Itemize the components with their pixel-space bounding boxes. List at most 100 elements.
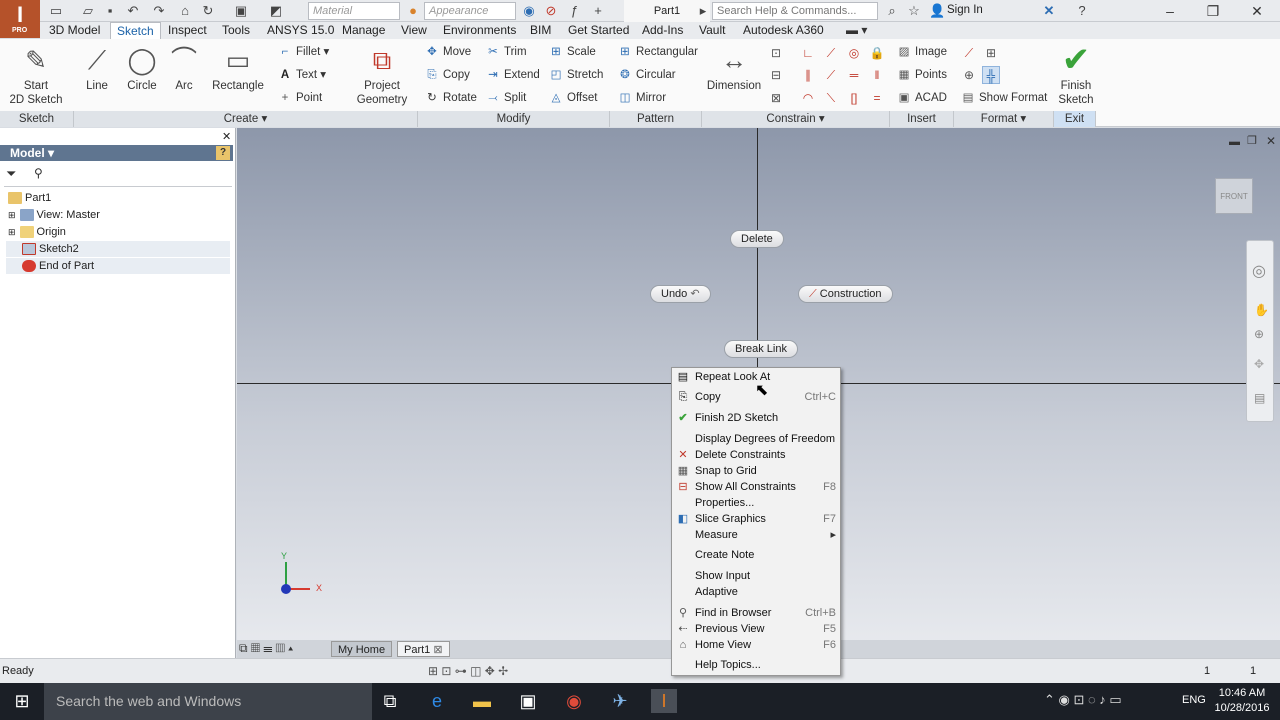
stretch-button[interactable]: ◰ Stretch: [548, 66, 604, 84]
fix-icon[interactable]: 🔒: [868, 44, 886, 62]
menu-item-measure[interactable]: Measure ▸: [672, 527, 840, 543]
finish-sketch-button[interactable]: ✔ Finish Sketch: [1054, 43, 1098, 107]
task-view-icon[interactable]: ⧉: [377, 689, 403, 713]
viewcube[interactable]: FRONT: [1215, 178, 1253, 214]
group-format[interactable]: Format ▾: [954, 111, 1054, 127]
viewport-close-icon[interactable]: ✕: [1266, 134, 1276, 148]
auto-dimension-icon[interactable]: ⊡: [767, 44, 785, 62]
project-geometry-button[interactable]: ⧉ Project Geometry: [352, 43, 412, 107]
taskbar-search-input[interactable]: Search the web and Windows: [44, 683, 372, 720]
tab-tools[interactable]: Tools: [216, 22, 256, 39]
tree-item-origin[interactable]: ⊞ Origin: [8, 224, 66, 240]
app-menu-button[interactable]: I PRO: [0, 0, 40, 38]
offset-button[interactable]: ◬ Offset: [548, 89, 598, 107]
sign-in-link[interactable]: Sign In: [947, 4, 983, 16]
help-search-input[interactable]: Search Help & Commands...: [712, 2, 878, 20]
tab-inspect[interactable]: Inspect: [162, 22, 213, 39]
pattern-rectangular-button[interactable]: ⊞ Rectangular: [617, 43, 698, 61]
parallel-icon[interactable]: ∥: [799, 66, 817, 84]
coincident-icon[interactable]: ⟋: [822, 44, 840, 62]
tile-views-icon[interactable]: ⧉ ▦ ☰ ▥ ▴: [239, 641, 293, 656]
construction-icon[interactable]: ⟋: [960, 44, 978, 62]
material-dropdown[interactable]: Material: [308, 2, 400, 20]
menu-item-delete-constraints[interactable]: ✕ Delete Constraints: [672, 447, 840, 463]
search-icon[interactable]: ⌕: [884, 3, 900, 19]
menu-item-properties[interactable]: Properties...: [672, 495, 840, 511]
tab-manage[interactable]: Manage: [336, 22, 391, 39]
pattern-mirror-button[interactable]: ◫ Mirror: [617, 89, 666, 107]
store-icon[interactable]: ▣: [515, 689, 541, 713]
tab-part1[interactable]: Part1 ⊠: [397, 641, 450, 657]
tab-close-icon[interactable]: ⊠: [433, 644, 442, 656]
tab-get-started[interactable]: Get Started: [562, 22, 635, 39]
tree-item-end-of-part[interactable]: End of Part: [6, 258, 230, 274]
tab-my-home[interactable]: My Home: [331, 641, 393, 657]
minimize-button[interactable]: –: [1150, 0, 1190, 22]
insert-acad-button[interactable]: ▣ ACAD: [896, 89, 947, 107]
rectangle-button[interactable]: ▭ Rectangle: [208, 43, 268, 93]
arc-button[interactable]: ⌒ Arc: [166, 43, 202, 93]
app-pinned-icon[interactable]: ✈: [607, 689, 633, 713]
vertical-icon[interactable]: ‖: [868, 66, 886, 84]
viewport-minimize-icon[interactable]: ▬: [1229, 136, 1240, 148]
find-binoculars-icon[interactable]: ⚲: [34, 166, 43, 180]
file-explorer-icon[interactable]: ▬: [469, 689, 495, 713]
menu-item-display-dof[interactable]: Display Degrees of Freedom: [672, 431, 840, 447]
concentric-icon[interactable]: ◎: [845, 44, 863, 62]
tab-environments[interactable]: Environments: [437, 22, 522, 39]
pattern-circular-button[interactable]: ❂ Circular: [617, 66, 675, 84]
exchange-icon[interactable]: ✕: [1041, 3, 1057, 19]
favorite-icon[interactable]: ☆: [906, 3, 922, 19]
tab-ansys[interactable]: ANSYS 15.0: [261, 22, 340, 39]
horizontal-icon[interactable]: ═: [845, 66, 863, 84]
line-button[interactable]: ⟋ Line: [78, 43, 116, 93]
menu-item-adaptive[interactable]: Adaptive: [672, 584, 840, 600]
tab-bim[interactable]: BIM: [524, 22, 557, 39]
scale-button[interactable]: ⊞ Scale: [548, 43, 596, 61]
menu-item-create-note[interactable]: Create Note: [672, 547, 840, 563]
inventor-taskbar-icon[interactable]: I: [651, 689, 677, 713]
search-arrow-icon[interactable]: ▸: [695, 3, 711, 19]
start-2d-sketch-button[interactable]: ✎ Start 2D Sketch: [4, 43, 68, 107]
group-create[interactable]: Create ▾: [74, 111, 418, 127]
browser-close-icon[interactable]: ✕: [222, 130, 231, 143]
menu-item-show-all-constraints[interactable]: ⊟ Show All Constraints F8: [672, 479, 840, 495]
menu-item-finish-2d-sketch[interactable]: ✔ Finish 2D Sketch: [672, 410, 840, 426]
circle-button[interactable]: ◯ Circle: [122, 43, 162, 93]
home-icon[interactable]: ⌂: [177, 3, 193, 19]
help-icon[interactable]: ?: [1074, 3, 1090, 19]
centerline-icon[interactable]: ⊞: [982, 44, 1000, 62]
browser-help-icon[interactable]: ?: [216, 146, 230, 160]
close-button[interactable]: ✕: [1237, 0, 1277, 22]
marking-break-link[interactable]: Break Link: [724, 340, 798, 358]
tree-item-view-master[interactable]: ⊞ View: Master: [8, 207, 100, 223]
text-button[interactable]: A Text ▾: [277, 66, 326, 84]
menu-item-snap-to-grid[interactable]: ▦ Snap to Grid: [672, 463, 840, 479]
undo-icon[interactable]: ↶: [125, 3, 141, 19]
point-button[interactable]: + Point: [277, 89, 323, 107]
tree-item-part1[interactable]: Part1: [8, 190, 51, 206]
symmetric-icon[interactable]: []: [845, 89, 863, 107]
edge-icon[interactable]: e: [424, 689, 450, 713]
menu-item-show-input[interactable]: Show Input: [672, 568, 840, 584]
filter-icon[interactable]: ⏷: [6, 166, 16, 182]
show-format-button[interactable]: ▤ Show Format: [960, 89, 1048, 107]
chrome-icon[interactable]: ◉: [561, 689, 587, 713]
split-button[interactable]: ⤙ Split: [485, 89, 526, 107]
steering-wheel-icon[interactable]: ◎: [1252, 261, 1266, 281]
tab-vault[interactable]: Vault: [693, 22, 731, 39]
menu-item-previous-view[interactable]: ⇠ Previous View F5: [672, 621, 840, 637]
clear-icon[interactable]: ⊘: [543, 3, 559, 19]
zoom-icon[interactable]: ⊕: [1254, 327, 1264, 341]
orbit-icon[interactable]: ✥: [1254, 357, 1264, 371]
perpendicular-icon[interactable]: ∟: [799, 44, 817, 62]
tab-3d-model[interactable]: 3D Model: [43, 22, 106, 39]
save-icon[interactable]: ▪: [102, 3, 118, 19]
menu-item-slice-graphics[interactable]: ◧ Slice Graphics F7: [672, 511, 840, 527]
language-indicator[interactable]: ENG: [1182, 694, 1206, 706]
tangent-icon[interactable]: ⟋: [822, 66, 840, 84]
open-icon[interactable]: ▱: [80, 3, 96, 19]
look-at-icon[interactable]: ▤: [1254, 391, 1265, 405]
tab-add-ins[interactable]: Add-Ins: [636, 22, 689, 39]
marking-delete[interactable]: Delete: [730, 230, 784, 248]
